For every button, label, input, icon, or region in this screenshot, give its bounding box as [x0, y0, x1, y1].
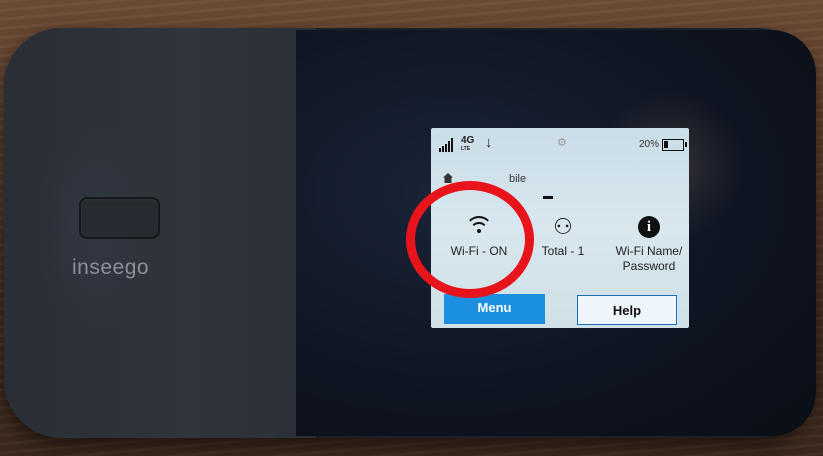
users-icon: ⚇: [553, 214, 573, 239]
status-bar: 4G LTE ↓ ⚙ 20%: [431, 128, 689, 160]
info-icon: i: [638, 216, 660, 238]
network-type: 4G LTE: [461, 135, 475, 153]
wifi-info-tile[interactable]: i Wi-Fi Name/ Password: [609, 216, 689, 274]
settings-icon: ⚙: [557, 137, 567, 149]
help-button[interactable]: Help: [577, 295, 677, 325]
wifi-info-label: Wi-Fi Name/ Password: [615, 244, 683, 273]
power-button[interactable]: [79, 197, 160, 239]
divider: [543, 196, 553, 199]
battery-percent: 20%: [639, 139, 660, 150]
device-left-panel: [4, 28, 316, 438]
highlight-annotation-circle: [406, 181, 534, 298]
connected-devices-tile[interactable]: ⚇ Total - 1: [531, 216, 595, 259]
menu-button[interactable]: Menu: [444, 294, 545, 324]
signal-strength-icon: [439, 138, 453, 152]
download-arrow-icon: ↓: [485, 134, 493, 151]
connected-devices-label: Total - 1: [541, 244, 585, 258]
home-icon: [443, 173, 453, 183]
brand-logo: inseego: [72, 256, 150, 279]
battery-level: [664, 141, 668, 148]
battery-icon: [662, 139, 687, 151]
carrier-label: bile: [509, 173, 527, 185]
